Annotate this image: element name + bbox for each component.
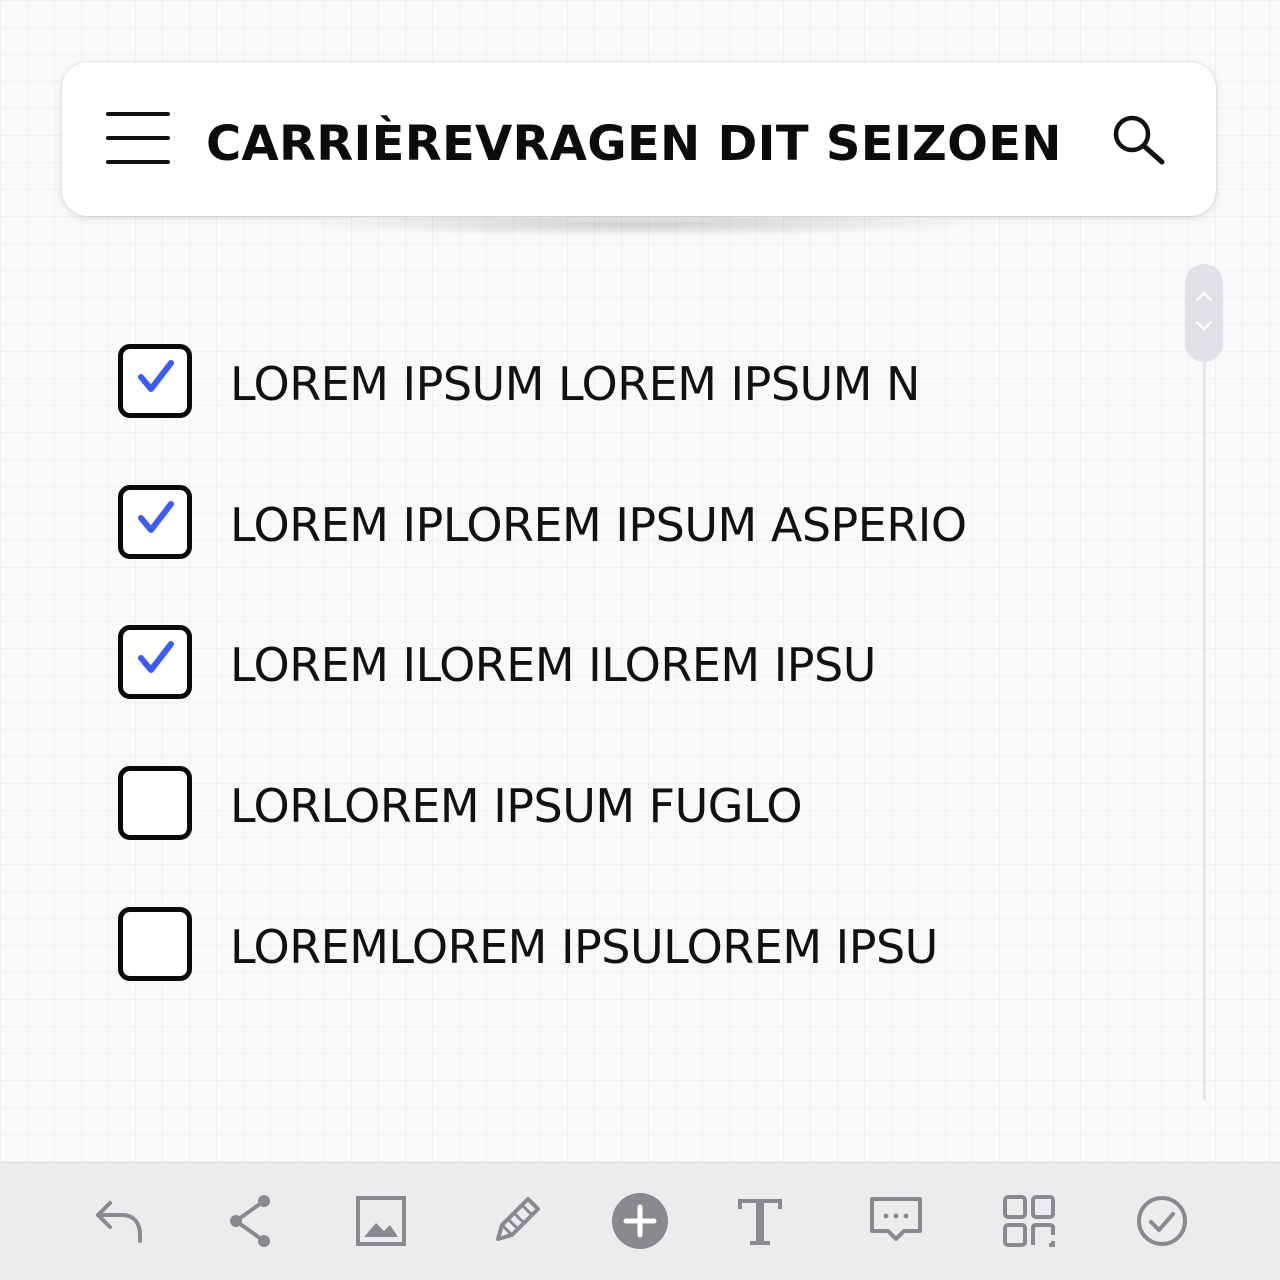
- search-icon[interactable]: [1108, 110, 1168, 170]
- checklist-item[interactable]: LORLOREM IPSUM FUGLO: [118, 766, 1158, 842]
- checkmark-icon: [138, 641, 174, 673]
- page-title: CARRIÈREVRAGEN DIT SEIZOEN: [206, 116, 1062, 172]
- undo-button[interactable]: [88, 1189, 152, 1253]
- checkmark-icon: [138, 360, 174, 392]
- header-card: CARRIÈREVRAGEN DIT SEIZOEN: [62, 62, 1216, 216]
- image-button[interactable]: [349, 1189, 413, 1253]
- checkbox-checked[interactable]: [118, 485, 192, 559]
- add-circle-icon: [612, 1193, 668, 1249]
- header-shadow: [300, 214, 980, 236]
- checkbox-checked[interactable]: [118, 625, 192, 699]
- hamburger-menu-icon[interactable]: [106, 112, 170, 164]
- pencil-icon: [496, 1197, 540, 1241]
- scrollbar-thumb[interactable]: [1185, 264, 1223, 362]
- check-circle-icon: [1137, 1196, 1187, 1246]
- share-icon: [230, 1195, 270, 1247]
- checklist-item-label: LOREM IPSUM LOREM IPSUM N: [230, 357, 920, 411]
- checklist-item-label: LORLOREM IPSUM FUGLO: [230, 779, 803, 833]
- comment-icon: [870, 1197, 922, 1241]
- undo-icon: [96, 1201, 142, 1243]
- checkmark-icon: [138, 501, 174, 533]
- checklist-item-label: LOREM ILOREM ILOREM IPSU: [230, 638, 876, 692]
- checklist-item[interactable]: LOREM IPSUM LOREM IPSUM N: [118, 344, 1158, 420]
- checklist-item-label: LOREMLOREM IPSULOREM IPSU: [230, 920, 938, 974]
- bottom-toolbar: [0, 1162, 1280, 1280]
- checklist-item[interactable]: LOREM IPLOREM IPSUM ASPERIO: [118, 485, 1158, 561]
- add-button[interactable]: [608, 1189, 672, 1253]
- grid-layout-icon: [1003, 1195, 1055, 1247]
- checklist-item-label: LOREM IPLOREM IPSUM ASPERIO: [230, 498, 967, 552]
- done-button[interactable]: [1130, 1189, 1194, 1253]
- text-icon: [738, 1199, 782, 1245]
- checkbox-unchecked[interactable]: [118, 766, 192, 840]
- layout-button[interactable]: [997, 1189, 1061, 1253]
- checkbox-checked[interactable]: [118, 344, 192, 418]
- share-button[interactable]: [218, 1189, 282, 1253]
- checklist-item[interactable]: LOREMLOREM IPSULOREM IPSU: [118, 907, 1158, 983]
- checkbox-unchecked[interactable]: [118, 907, 192, 981]
- pencil-button[interactable]: [484, 1189, 548, 1253]
- comment-button[interactable]: [864, 1189, 928, 1253]
- checklist-item[interactable]: LOREM ILOREM ILOREM IPSU: [118, 625, 1158, 701]
- scroll-arrows-icon: [1196, 292, 1212, 330]
- text-button[interactable]: [728, 1189, 792, 1253]
- image-icon: [356, 1196, 406, 1246]
- scrollbar-track[interactable]: [1203, 330, 1206, 1100]
